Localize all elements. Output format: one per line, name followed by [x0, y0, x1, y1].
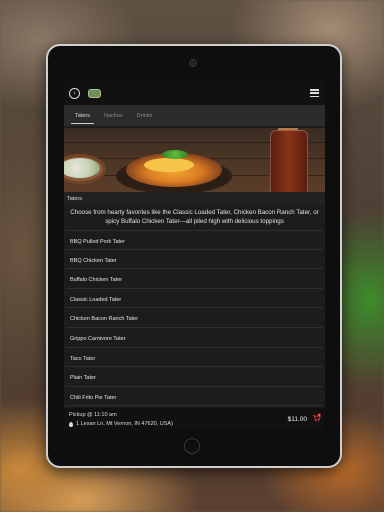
menu-item[interactable]: Taco Tater [66, 347, 323, 368]
logo-icon [88, 88, 101, 98]
app-screen: ‹ Taters Nachos Drinks Taters Choose fro… [64, 81, 325, 430]
top-bar: ‹ [64, 81, 325, 105]
menu-item[interactable]: Chicken Bacon Ranch Tater [66, 308, 323, 328]
tab-nachos[interactable]: Nachos [97, 113, 130, 126]
category-tabs: Taters Nachos Drinks [64, 105, 325, 126]
location-pin-icon [69, 421, 73, 427]
pickup-time[interactable]: Pickup @ 11:10 am [69, 412, 320, 418]
back-arrow-icon[interactable]: ‹ [69, 87, 80, 99]
menu-item-list: BBQ Pulled Pork Tater BBQ Chicken Tater … [66, 230, 323, 407]
order-footer: Pickup @ 11:10 am 1 Lexan Ln, Mt Vernon,… [64, 408, 325, 430]
hamburger-menu-icon[interactable] [310, 89, 319, 97]
order-total: $11.00 [287, 416, 307, 423]
section-description: Choose from hearty favorites like the Cl… [70, 209, 319, 225]
menu-item[interactable]: Grippo Carnivore Tater [66, 327, 323, 348]
menu-item[interactable]: Plain Tater [66, 367, 323, 387]
tab-drinks[interactable]: Drinks [130, 113, 160, 126]
section-title: Taters [64, 192, 325, 205]
menu-item[interactable]: BBQ Chicken Tater [66, 249, 323, 270]
cart-icon[interactable]: 1 [312, 413, 321, 423]
home-button[interactable] [184, 438, 200, 454]
tablet-device: ‹ Taters Nachos Drinks Taters Choose fro… [46, 44, 342, 468]
camera-icon [189, 59, 197, 67]
menu-item[interactable]: Buffalo Chicken Tater [66, 269, 323, 289]
hero-image [64, 128, 325, 192]
tab-taters[interactable]: Taters [68, 113, 97, 126]
pickup-address: 1 Lexan Ln, Mt Vernon, IN 47620, USA) [76, 421, 173, 427]
menu-item[interactable]: Classic Loaded Tater [66, 288, 323, 309]
menu-item[interactable]: BBQ Pulled Pork Tater [66, 230, 323, 250]
menu-item[interactable]: Chili Frito Pie Tater [66, 386, 323, 407]
